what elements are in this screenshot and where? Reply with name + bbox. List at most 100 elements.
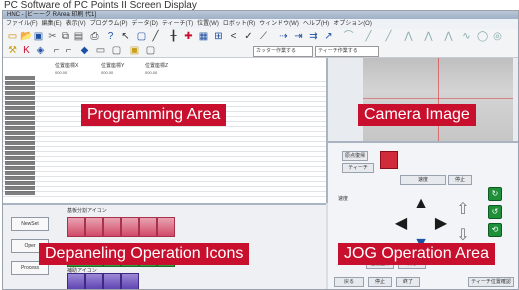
cross-icon[interactable]: ✚ xyxy=(183,31,194,42)
menu-item[interactable]: 表示(V) xyxy=(66,19,86,29)
menu-item[interactable]: 編集(E) xyxy=(42,19,62,29)
back-icon[interactable]: < xyxy=(228,31,239,42)
rect-icon[interactable]: ▢ xyxy=(136,31,147,42)
check-position-button[interactable]: ティーチ位置確認 xyxy=(468,277,514,287)
target-icon[interactable]: ◎ xyxy=(492,31,503,42)
row-label xyxy=(5,191,35,195)
row-label xyxy=(5,136,35,140)
peak-c-icon[interactable]: ⋀ xyxy=(443,31,454,42)
cell-x[interactable]: 000.00 xyxy=(55,70,67,75)
tool-g-icon[interactable]: ▭ xyxy=(95,45,106,56)
grid-icon[interactable]: ▦ xyxy=(198,31,209,42)
point-icon[interactable]: ╂ xyxy=(168,31,179,42)
jog-up-icon[interactable]: ▲ xyxy=(412,195,430,213)
apply-button[interactable]: 停止 xyxy=(448,175,472,185)
circle-icon[interactable]: ◯ xyxy=(477,31,488,42)
line-icon[interactable]: ╱ xyxy=(150,31,161,42)
depanel-tile-icon[interactable] xyxy=(157,217,175,237)
tool-j-icon[interactable]: ▢ xyxy=(145,45,156,56)
wave-icon[interactable]: ∿ xyxy=(461,31,472,42)
row-label xyxy=(5,121,35,125)
menu-bar: ファイル(F) 編集(E) 表示(V) プログラム(P) データ(D) ティーチ(T) 位置… xyxy=(3,19,518,29)
jog-right-icon[interactable]: ▶ xyxy=(432,215,450,233)
menu-item[interactable]: オプション(O) xyxy=(333,19,372,29)
peak-b-icon[interactable]: ⋀ xyxy=(423,31,434,42)
tool-i-icon[interactable]: ▣ xyxy=(129,45,140,56)
app-window: HNC - [ビーーク RArea 印刷 代1] ファイル(F) 編集(E) 表示(… xyxy=(2,10,519,290)
tool-icon[interactable]: ✓ xyxy=(243,31,254,42)
exit-button[interactable]: 終了 xyxy=(396,277,420,287)
menu-item[interactable]: プログラム(P) xyxy=(90,19,128,29)
route-d-icon[interactable]: ↗ xyxy=(323,31,334,42)
table-row[interactable] xyxy=(3,191,326,197)
crosshair-horizontal xyxy=(363,98,513,99)
route-a-icon[interactable]: ⇢ xyxy=(278,31,289,42)
diag-a-icon[interactable]: ╱ xyxy=(363,31,374,42)
col-header-z: 位置座標Z xyxy=(145,63,169,69)
copy-icon[interactable]: ⧉ xyxy=(60,31,71,42)
depanel-tile-icon[interactable] xyxy=(139,217,157,237)
rotate-ccw-icon[interactable]: ↺ xyxy=(488,205,502,219)
jog-left-icon[interactable]: ◀ xyxy=(392,215,410,233)
rotate-reset-icon[interactable]: ⟲ xyxy=(488,223,502,237)
ok-button[interactable]: 停止 xyxy=(368,277,392,287)
depanel-tile-icon[interactable] xyxy=(103,217,121,237)
back-button[interactable]: 戻る xyxy=(334,277,364,287)
tool-b-icon[interactable]: K xyxy=(21,45,32,56)
menu-item[interactable]: ウィンドウ(W) xyxy=(259,19,299,29)
pointer-icon[interactable]: ↖ xyxy=(120,31,131,42)
stop-icon[interactable] xyxy=(380,151,398,169)
save-icon[interactable]: ▣ xyxy=(33,31,44,42)
aux-tile-icon[interactable] xyxy=(121,273,139,289)
diag-b-icon[interactable]: ╱ xyxy=(383,31,394,42)
tool-h-icon[interactable]: ▢ xyxy=(111,45,122,56)
row-label xyxy=(5,186,35,190)
newset-button[interactable]: NewSet xyxy=(11,217,49,231)
help-icon[interactable]: ? xyxy=(105,31,116,42)
paste-icon[interactable]: ▤ xyxy=(73,31,84,42)
menu-item[interactable]: ヘルプ(H) xyxy=(303,19,329,29)
menu-item[interactable]: ティーチ(T) xyxy=(162,19,193,29)
tool-a-icon[interactable]: ⚒ xyxy=(7,45,18,56)
print-icon[interactable]: ⎙ xyxy=(89,31,100,42)
tool-c-icon[interactable]: ◈ xyxy=(35,45,46,56)
cell-z[interactable]: 000.00 xyxy=(145,70,157,75)
aux-tile-icon[interactable] xyxy=(103,273,121,289)
tool-e-icon[interactable]: ⌐ xyxy=(63,45,74,56)
row-label xyxy=(5,76,35,80)
camera-image-label: Camera Image xyxy=(358,104,476,126)
align-icon[interactable]: ⊞ xyxy=(213,31,224,42)
cell-y[interactable]: 000.00 xyxy=(101,70,113,75)
row-label xyxy=(5,156,35,160)
route-c-icon[interactable]: ⇉ xyxy=(308,31,319,42)
depanel-tile-icon[interactable] xyxy=(67,217,85,237)
new-file-icon[interactable]: ▭ xyxy=(7,31,18,42)
row-label xyxy=(5,131,35,135)
depanel-tile-icon[interactable] xyxy=(85,217,103,237)
menu-item[interactable]: ロボット(R) xyxy=(223,19,255,29)
speed-select[interactable]: 速度 xyxy=(400,175,446,185)
aux-tile-icon[interactable] xyxy=(85,273,103,289)
cut-icon[interactable]: ✂ xyxy=(47,31,58,42)
open-folder-icon[interactable]: 📂 xyxy=(20,31,32,42)
home-button[interactable]: 原点復帰 xyxy=(342,151,368,161)
toolbar-main: ▭ 📂 ▣ ✂ ⧉ ▤ ⎙ ? ↖ ▢ ╱ ╂ ✚ ▦ ⊞ < ✓ ⟋ ⇢ ⇥ … xyxy=(3,29,518,44)
tool-d-icon[interactable]: ⌐ xyxy=(51,45,62,56)
rotate-cw-icon[interactable]: ↻ xyxy=(488,187,502,201)
teach-select[interactable]: ティーチ作業する xyxy=(315,46,379,57)
z-up-icon[interactable]: ⇧ xyxy=(454,201,472,219)
peak-a-icon[interactable]: ⋀ xyxy=(403,31,414,42)
programming-area[interactable]: 位置座標X 位置座標Y 位置座標Z 000.00 000.00 000.00 P… xyxy=(3,58,328,203)
section-top-label: 基板分割アイコン xyxy=(67,208,107,214)
tool-f-icon[interactable]: ◆ xyxy=(79,45,90,56)
mode-select[interactable]: カッター作業する xyxy=(253,46,313,57)
measure-icon[interactable]: ⟋ xyxy=(258,31,269,42)
menu-item[interactable]: データ(D) xyxy=(132,19,158,29)
menu-item[interactable]: 位置(W) xyxy=(197,19,219,29)
route-b-icon[interactable]: ⇥ xyxy=(293,31,304,42)
teach-button[interactable]: ティーチ xyxy=(342,163,374,173)
menu-item[interactable]: ファイル(F) xyxy=(6,19,38,29)
curve-icon[interactable]: ⌒ xyxy=(343,31,354,42)
depanel-tile-icon[interactable] xyxy=(121,217,139,237)
aux-tile-icon[interactable] xyxy=(67,273,85,289)
